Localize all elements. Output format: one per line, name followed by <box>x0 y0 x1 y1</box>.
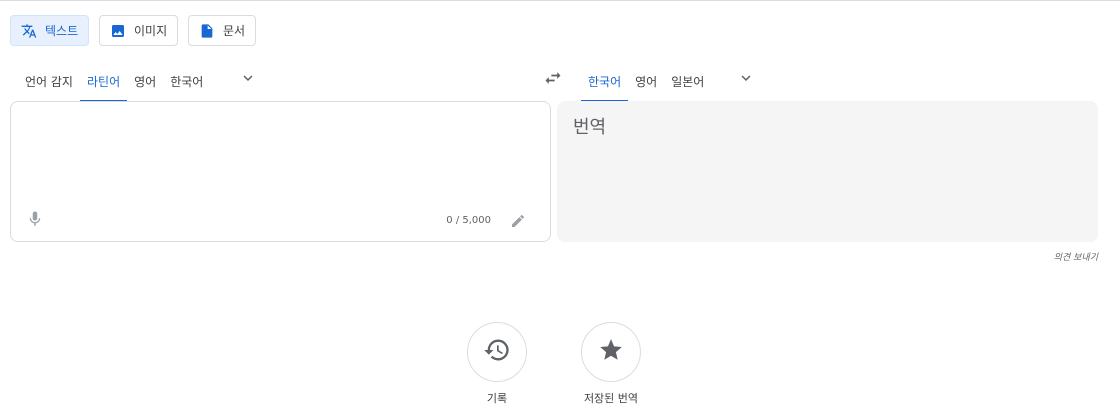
target-lang-label: 일본어 <box>671 74 705 89</box>
source-lang-korean[interactable]: 한국어 <box>163 60 210 102</box>
source-lang-english[interactable]: 영어 <box>127 60 163 102</box>
target-text-panel: 번역 <box>557 101 1098 242</box>
history-label: 기록 <box>486 392 508 405</box>
character-counter: 0 / 5,000 <box>446 215 491 226</box>
document-icon <box>199 23 215 39</box>
swap-icon <box>543 68 563 92</box>
text-mode-button[interactable]: 텍스트 <box>10 15 90 46</box>
send-feedback-link[interactable]: 의견 보내기 <box>1054 250 1098 263</box>
swap-languages-button[interactable] <box>541 68 565 92</box>
source-lang-label: 한국어 <box>170 74 204 89</box>
target-lang-korean[interactable]: 한국어 <box>581 60 629 102</box>
source-lang-latin[interactable]: 라틴어 <box>79 60 128 102</box>
image-mode-label: 이미지 <box>134 24 168 38</box>
saved-translations-button[interactable] <box>581 322 641 382</box>
target-lang-english[interactable]: 영어 <box>628 60 664 102</box>
chevron-down-icon <box>737 69 755 91</box>
image-icon <box>110 23 126 39</box>
source-text-input[interactable] <box>11 102 550 202</box>
handwriting-button[interactable] <box>508 213 528 233</box>
source-lang-detect[interactable]: 언어 감지 <box>18 60 80 102</box>
target-lang-label: 영어 <box>635 74 658 89</box>
saved-translations-label: 저장된 번역 <box>583 392 639 405</box>
source-lang-dropdown[interactable] <box>236 60 260 100</box>
text-mode-label: 텍스트 <box>45 24 79 38</box>
document-mode-label: 문서 <box>223 24 246 38</box>
history-group: 기록 <box>452 322 542 406</box>
document-mode-button[interactable]: 문서 <box>188 15 257 46</box>
pencil-icon <box>510 213 526 233</box>
top-divider <box>0 0 1120 3</box>
translate-icon <box>21 23 37 39</box>
microphone-button[interactable] <box>25 211 45 231</box>
star-icon <box>598 337 624 367</box>
target-language-tabs: 한국어 영어 일본어 <box>581 60 711 102</box>
source-text-panel: 0 / 5,000 <box>10 101 551 242</box>
target-lang-japanese[interactable]: 일본어 <box>664 60 711 102</box>
history-button[interactable] <box>467 322 527 382</box>
history-icon <box>483 336 511 368</box>
translation-placeholder: 번역 <box>573 117 607 138</box>
target-lang-label: 한국어 <box>588 74 622 89</box>
image-mode-button[interactable]: 이미지 <box>99 15 179 46</box>
source-lang-label: 라틴어 <box>86 74 121 89</box>
target-lang-dropdown[interactable] <box>734 60 758 100</box>
chevron-down-icon <box>239 69 257 91</box>
source-language-tabs: 언어 감지 라틴어 영어 한국어 <box>18 60 210 102</box>
source-lang-label: 언어 감지 <box>25 74 73 89</box>
microphone-icon <box>26 210 44 232</box>
saved-group: 저장된 번역 <box>566 322 656 406</box>
source-lang-label: 영어 <box>134 74 157 89</box>
